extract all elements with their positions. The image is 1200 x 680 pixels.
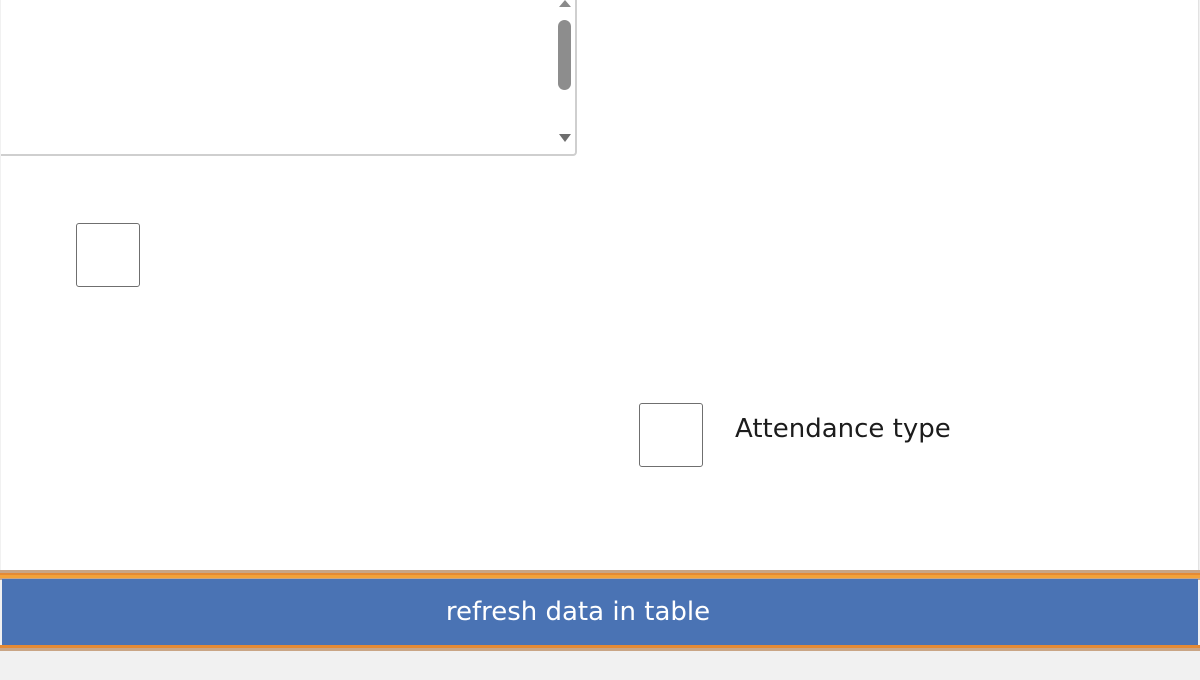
form-panel: Attendance type [1,0,1199,570]
app-frame: Attendance type refresh data in table [0,0,1200,680]
listbox[interactable] [1,0,577,156]
listbox-scrollbar[interactable] [554,0,574,152]
checkbox-unlabeled[interactable] [76,223,140,287]
scroll-down-arrow-icon[interactable] [559,134,571,142]
checkbox-attendance-type[interactable] [639,403,703,467]
accent-stripe-bottom [0,645,1200,651]
scroll-up-arrow-icon[interactable] [559,0,571,7]
refresh-data-button[interactable]: refresh data in table [2,579,1198,645]
scroll-thumb[interactable] [558,20,571,90]
attendance-type-label: Attendance type [735,414,951,444]
